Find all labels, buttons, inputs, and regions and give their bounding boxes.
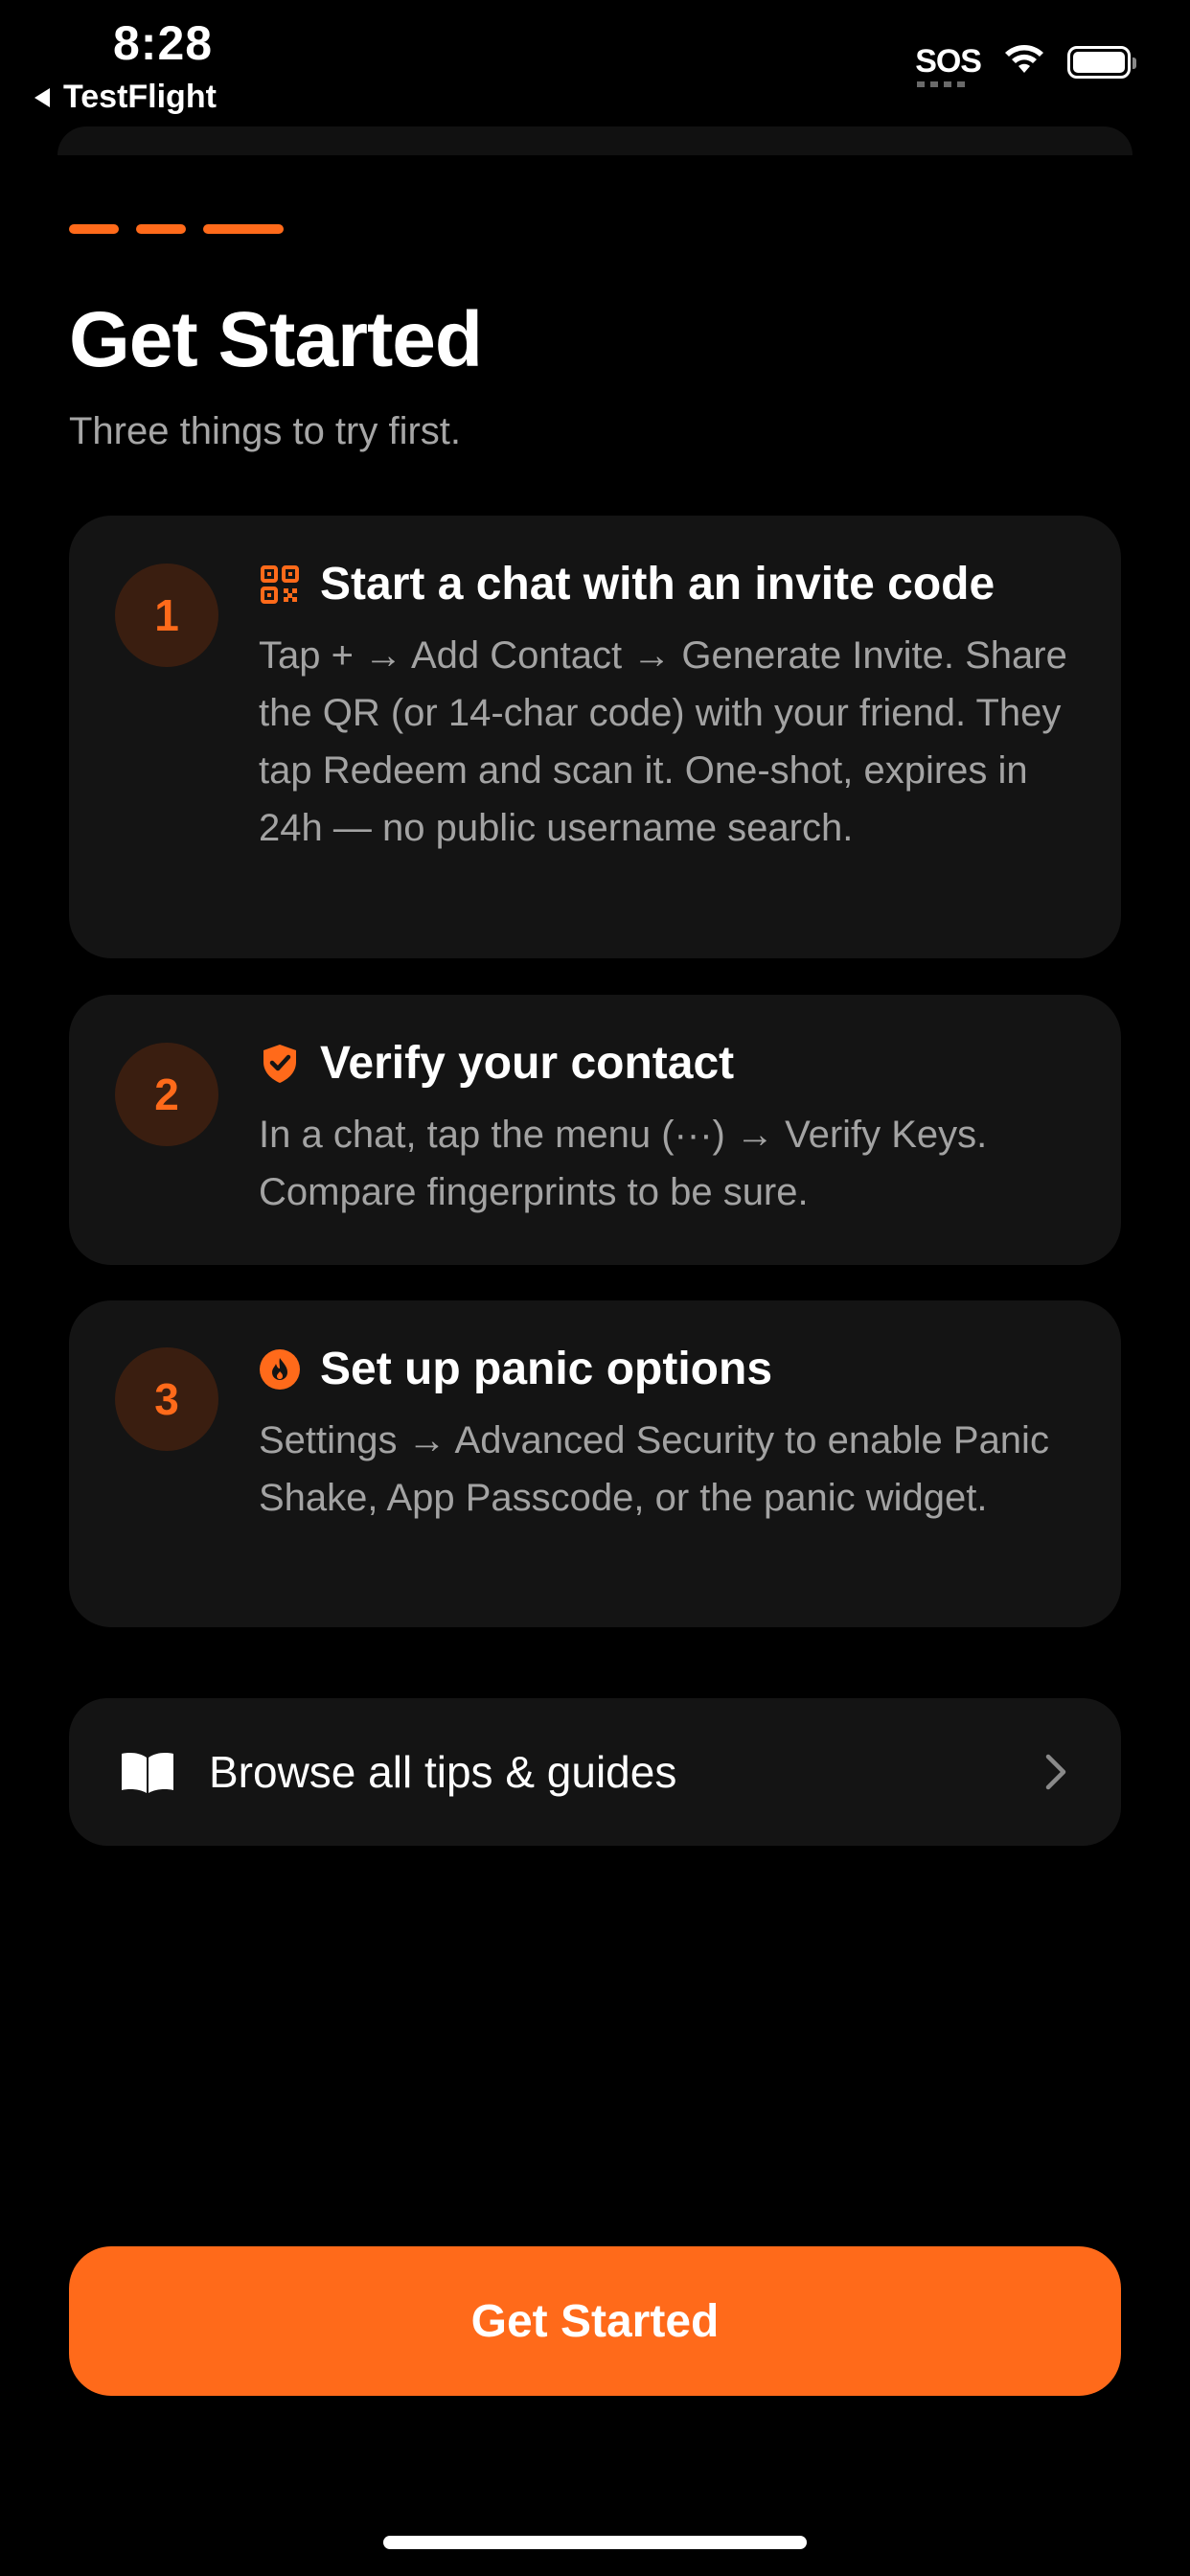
tip-card-body: Settings → Advanced Security to enable P…: [259, 1419, 1049, 1519]
tip-card-verify-contact[interactable]: 2 Verify your contact In a chat, tap the…: [69, 995, 1121, 1265]
step-number-badge: 3: [115, 1347, 218, 1451]
status-time: 8:28: [113, 16, 214, 70]
progress-step-1: [69, 224, 119, 234]
tip-card-header: Start a chat with an invite code: [259, 558, 995, 610]
tip-card-header: Set up panic options: [259, 1343, 772, 1395]
get-started-button[interactable]: Get Started: [69, 2246, 1121, 2396]
sheet-peek: [57, 126, 1133, 155]
tip-card-title: Set up panic options: [320, 1344, 773, 1394]
chevron-right-icon: [1037, 1753, 1075, 1791]
back-to-testflight-link[interactable]: TestFlight: [34, 79, 217, 116]
battery-icon: [1067, 45, 1136, 79]
shield-check-icon: [259, 1043, 301, 1085]
onboarding-progress: [69, 224, 284, 234]
book-icon: [119, 1749, 176, 1795]
signal-dots-icon: [917, 81, 970, 87]
qr-code-icon: [259, 564, 301, 606]
status-indicators: SOS: [915, 42, 1136, 87]
step-number-badge: 2: [115, 1043, 218, 1146]
progress-step-3: [203, 224, 284, 234]
progress-step-2: [136, 224, 186, 234]
page-title: Get Started: [69, 296, 483, 383]
tip-card-body: In a chat, tap the menu (···) → Verify K…: [259, 1114, 988, 1213]
tip-card-invite-code[interactable]: 1 Start a chat with an invite code Tap +…: [69, 516, 1121, 958]
tip-card-header: Verify your contact: [259, 1037, 734, 1090]
home-indicator[interactable]: [383, 2536, 807, 2549]
tip-card-body: Tap + → Add Contact → Generate Invite. S…: [259, 634, 1067, 849]
step-number-badge: 1: [115, 564, 218, 667]
back-label: TestFlight: [63, 79, 217, 115]
tip-card-panic-options[interactable]: 3 Set up panic options Settings → Advanc…: [69, 1300, 1121, 1627]
wifi-icon: [1002, 42, 1046, 81]
sos-indicator: SOS: [915, 43, 982, 87]
tip-card-title: Start a chat with an invite code: [320, 559, 995, 610]
back-arrow-icon: [34, 87, 50, 107]
browse-tips-label: Browse all tips & guides: [209, 1747, 677, 1797]
sos-label: SOS: [915, 43, 982, 80]
browse-tips-row[interactable]: Browse all tips & guides: [69, 1698, 1121, 1846]
page-subtitle: Three things to try first.: [69, 410, 462, 452]
tip-card-title: Verify your contact: [320, 1038, 735, 1089]
flame-icon: [259, 1348, 301, 1391]
